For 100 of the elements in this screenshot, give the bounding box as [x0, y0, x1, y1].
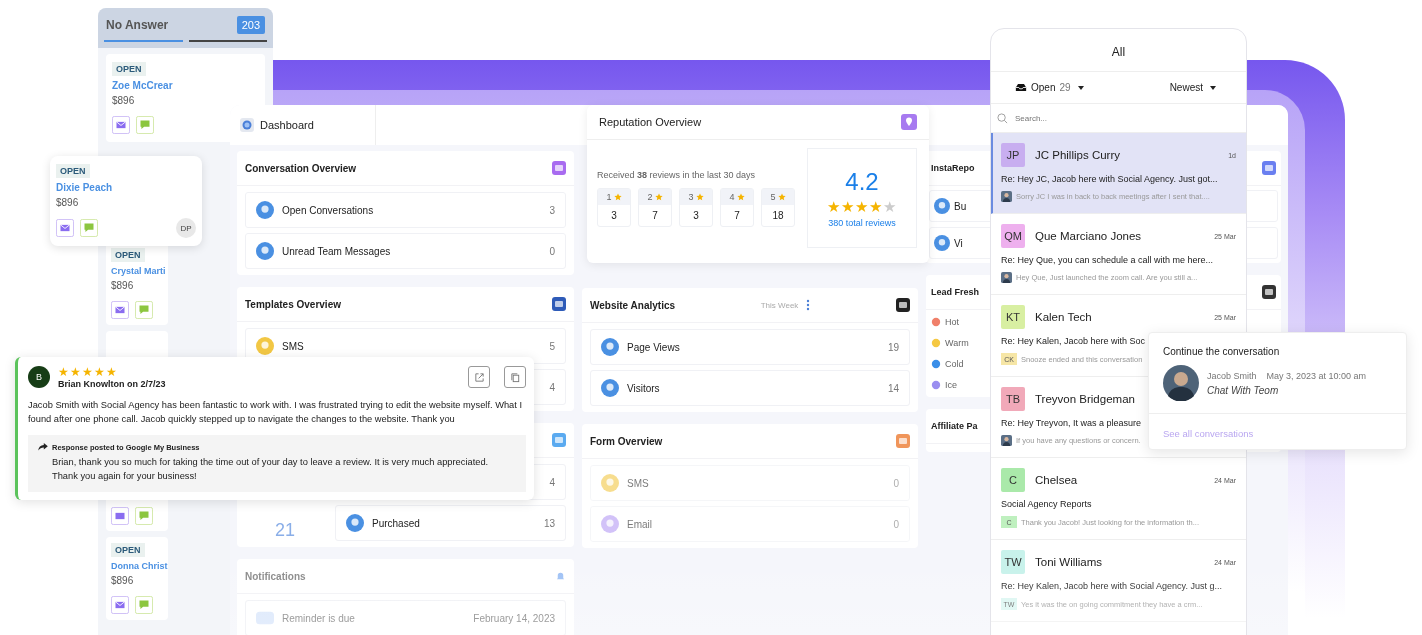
- row-value: 0: [893, 518, 899, 530]
- chat-icon[interactable]: [136, 116, 154, 134]
- card-title: Reputation Overview: [599, 116, 702, 128]
- share-arrow-icon: [38, 443, 48, 452]
- contact-name: Toni Williams: [1035, 556, 1104, 568]
- review-count: 3: [611, 208, 617, 223]
- mail-icon[interactable]: [111, 301, 129, 319]
- status-tag: OPEN: [111, 248, 145, 262]
- row-icon: [346, 514, 364, 532]
- review-count: 18: [772, 208, 784, 223]
- message-subject: Social Agency Reports: [1001, 499, 1092, 509]
- row-value: 3: [549, 204, 555, 216]
- chat-icon[interactable]: [80, 219, 98, 237]
- row-icon: [256, 242, 274, 260]
- temperature-icon: [931, 359, 941, 369]
- temperature-icon: [931, 380, 941, 390]
- row-icon: [601, 515, 619, 533]
- chat-icon[interactable]: [135, 596, 153, 614]
- pin-icon: [901, 114, 917, 130]
- row-value: February 14, 2023: [473, 612, 555, 624]
- row-icon: [934, 235, 950, 251]
- row-value: 13: [543, 517, 555, 529]
- row-label: Cold: [945, 359, 964, 369]
- average-rating: 4.2: [845, 168, 879, 196]
- user-avatar-icon: [1001, 435, 1012, 446]
- user-avatar-icon: [1001, 191, 1012, 202]
- deal-amount: $896: [111, 280, 134, 291]
- status-filter[interactable]: Open 29: [1015, 80, 1084, 95]
- message-subject: Re: Hey Que, you can schedule a call with me here...: [1001, 255, 1214, 265]
- period-label: This Week: [760, 300, 799, 310]
- contact-name: Chelsea: [1035, 474, 1079, 486]
- contact-name: Que Marciano Jones: [1035, 230, 1143, 242]
- row-label: Bu: [954, 200, 967, 212]
- row-icon: [601, 379, 619, 397]
- reviewer-name: Brian Knowlton on 2/7/23: [58, 379, 167, 389]
- contact-initials: QM: [1001, 224, 1025, 248]
- search-icon: [997, 112, 1008, 124]
- star-icon: [613, 192, 622, 201]
- chat-icon[interactable]: [135, 301, 153, 319]
- temperature-icon: [931, 317, 941, 327]
- globe-icon: [240, 118, 254, 132]
- widget-icon: [552, 433, 566, 447]
- star-icon: [695, 192, 704, 201]
- row-label: Unread Team Messages: [282, 245, 391, 257]
- row-value: 5: [549, 340, 555, 352]
- deal-amount: $896: [111, 575, 134, 586]
- review-count: 7: [734, 208, 740, 223]
- inbox-icon: [1015, 83, 1027, 92]
- open-link-button[interactable]: [468, 366, 490, 388]
- user-avatar-icon: [1001, 272, 1012, 283]
- contact-initials: TW: [1001, 550, 1025, 574]
- star-rating: ★★★★★: [827, 198, 897, 216]
- row-label: Hot: [945, 317, 959, 327]
- caret-icon: [1077, 85, 1084, 90]
- more-icon[interactable]: [806, 299, 811, 311]
- assignee-avatar: DP: [176, 218, 196, 238]
- row-icon: [256, 201, 274, 219]
- contact-initials: JP: [1001, 143, 1025, 167]
- widget-title: Notifications: [245, 570, 306, 582]
- panel-title: All: [991, 29, 1246, 72]
- star-icon: [654, 192, 663, 201]
- mail-icon[interactable]: [56, 219, 74, 237]
- dashboard-tab[interactable]: Dashboard: [230, 105, 376, 145]
- row-value: 0: [549, 245, 555, 257]
- sort-dropdown[interactable]: Newest: [1169, 80, 1216, 95]
- widget-icon: [1262, 161, 1276, 175]
- external-link-icon: [473, 371, 485, 383]
- widget-title: Conversation Overview: [245, 162, 357, 174]
- total-reviews-link[interactable]: 380 total reviews: [828, 218, 896, 228]
- star-level: 2: [647, 191, 653, 202]
- contact-name: Kalen Tech: [1035, 311, 1093, 323]
- row-label: Email: [627, 518, 652, 530]
- widget-icon: [552, 297, 566, 311]
- widget-title: Form Overview: [590, 435, 663, 447]
- stat-number: 21: [274, 519, 296, 541]
- row-value: 4: [549, 381, 555, 393]
- mail-icon[interactable]: [111, 596, 129, 614]
- bell-icon: [555, 570, 566, 582]
- message-subject: Re: Hey Treyvon, It was a pleasure: [1001, 418, 1142, 428]
- reviews-summary: Received 38 reviews in the last 30 days: [597, 169, 757, 180]
- row-label: Reminder is due: [282, 612, 355, 624]
- count-badge: 203: [236, 16, 265, 34]
- chat-icon[interactable]: [135, 507, 153, 525]
- deal-card[interactable]: OPEN Dixie Peach $896 DP: [50, 156, 202, 246]
- widget-title: Affiliate Pa: [931, 421, 978, 431]
- column-title: No Answer: [106, 18, 169, 32]
- copy-button[interactable]: [504, 366, 526, 388]
- mail-icon[interactable]: [112, 116, 130, 134]
- row-label: Visitors: [627, 382, 660, 394]
- contact-name: JC Phillips Curry: [1035, 149, 1121, 161]
- row-label: Ice: [945, 380, 957, 390]
- star-icon: [777, 192, 786, 201]
- deal-card[interactable]: OPEN Donna Christ $896: [106, 537, 168, 620]
- contact-name: Treyvon Bridgeman: [1035, 393, 1136, 405]
- widget-icon: [896, 298, 910, 312]
- status-tag: OPEN: [112, 62, 146, 76]
- deal-amount: $896: [112, 95, 135, 106]
- mail-icon[interactable]: [111, 507, 129, 525]
- user-avatar-icon: [1163, 365, 1199, 401]
- message-subject: Re: Hey JC, Jacob here with Social Agency. Just got...: [1001, 174, 1218, 184]
